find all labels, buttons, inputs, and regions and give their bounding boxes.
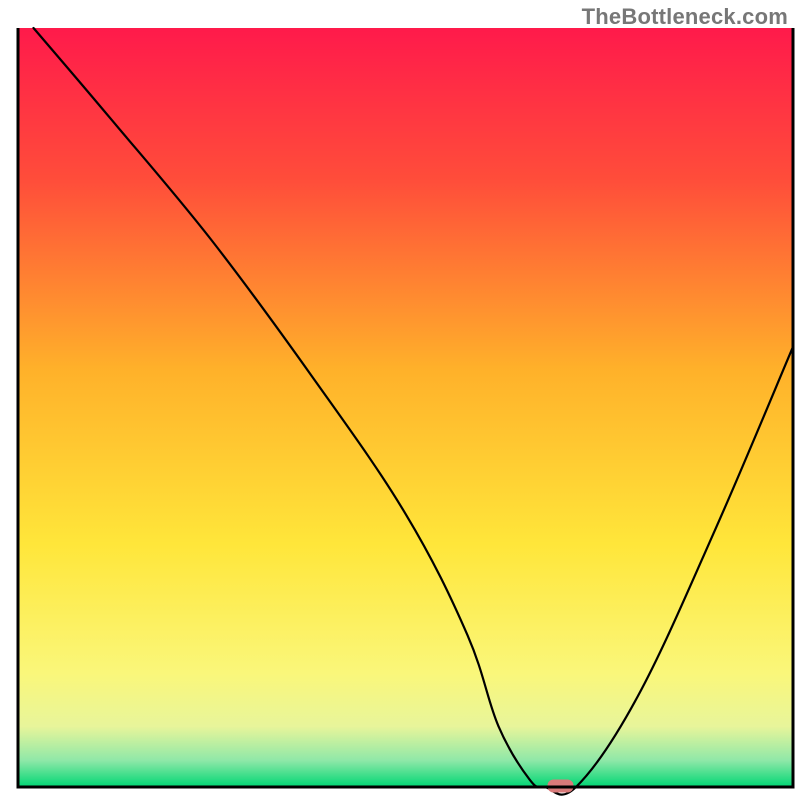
plot-background [18, 28, 793, 787]
bottleneck-chart [0, 0, 800, 800]
watermark-text: TheBottleneck.com [582, 4, 788, 30]
chart-container: TheBottleneck.com [0, 0, 800, 800]
